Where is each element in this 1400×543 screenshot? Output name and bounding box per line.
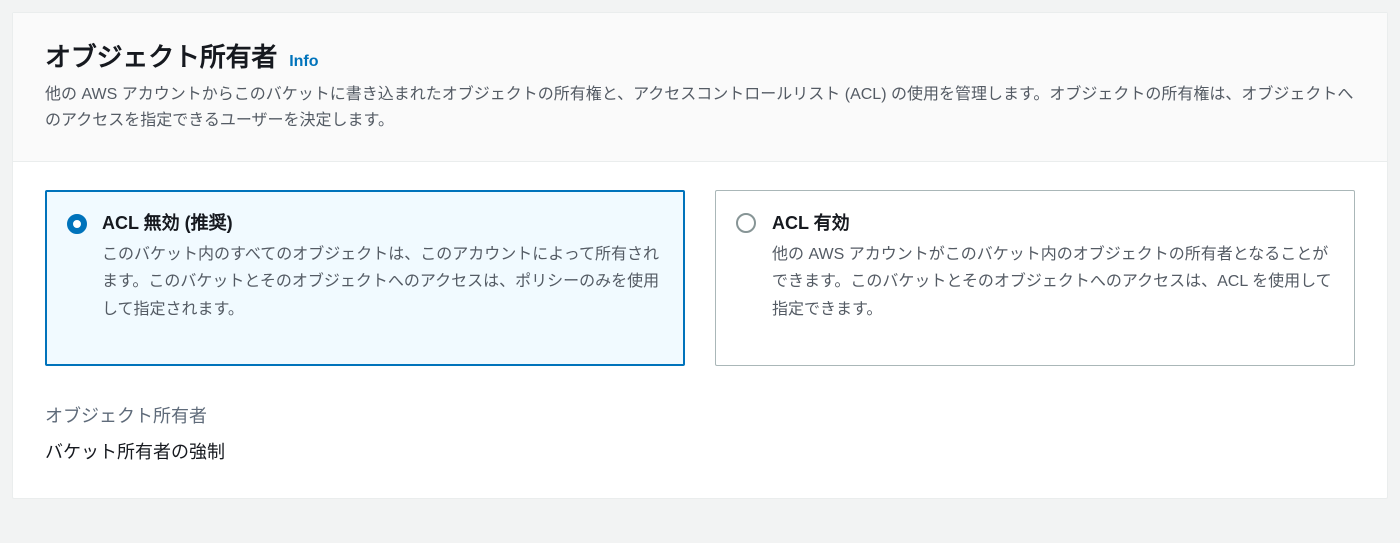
object-ownership-value: バケット所有者の強制 xyxy=(45,438,1355,464)
option-description: 他の AWS アカウントがこのバケット内のオブジェクトの所有者となることができま… xyxy=(772,241,1334,323)
object-ownership-panel: オブジェクト所有者 Info 他の AWS アカウントからこのバケットに書き込ま… xyxy=(12,12,1388,499)
panel-header: オブジェクト所有者 Info 他の AWS アカウントからこのバケットに書き込ま… xyxy=(13,13,1387,162)
panel-title: オブジェクト所有者 xyxy=(45,37,277,74)
option-label: ACL 有効 xyxy=(772,209,1334,235)
option-acl-disabled[interactable]: ACL 無効 (推奨) このバケット内のすべてのオブジェクトは、このアカウントに… xyxy=(45,190,685,366)
object-ownership-label: オブジェクト所有者 xyxy=(45,402,1355,428)
option-label: ACL 無効 (推奨) xyxy=(102,209,664,235)
panel-body: ACL 無効 (推奨) このバケット内のすべてのオブジェクトは、このアカウントに… xyxy=(13,162,1387,498)
info-link[interactable]: Info xyxy=(289,53,318,71)
options-grid: ACL 無効 (推奨) このバケット内のすべてのオブジェクトは、このアカウントに… xyxy=(45,190,1355,366)
option-description: このバケット内のすべてのオブジェクトは、このアカウントによって所有されます。この… xyxy=(102,241,664,323)
radio-icon xyxy=(67,214,87,234)
option-acl-enabled[interactable]: ACL 有効 他の AWS アカウントがこのバケット内のオブジェクトの所有者とな… xyxy=(715,190,1355,366)
panel-description: 他の AWS アカウントからこのバケットに書き込まれたオブジェクトの所有権と、ア… xyxy=(45,82,1355,133)
radio-icon xyxy=(736,213,756,233)
panel-title-row: オブジェクト所有者 Info xyxy=(45,37,1355,74)
